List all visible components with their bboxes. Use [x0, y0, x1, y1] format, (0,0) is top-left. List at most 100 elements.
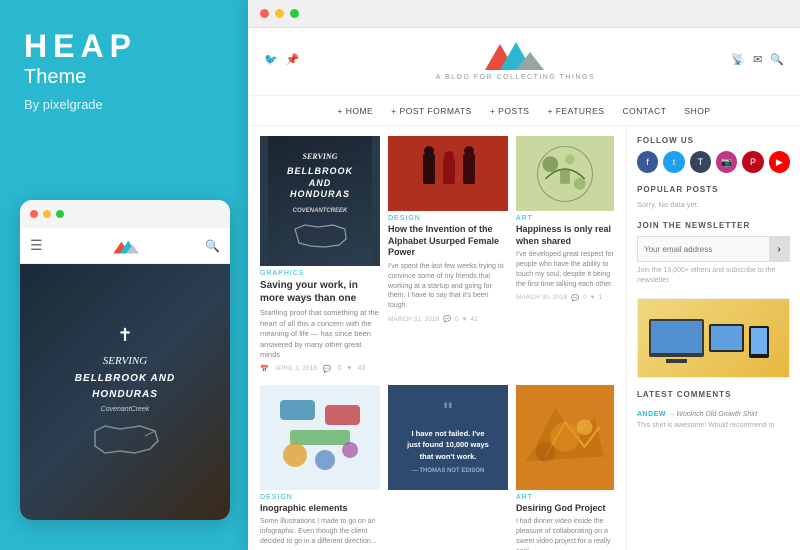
post-meta-2: MARCH 31, 2018 💬 0 ♥ 42	[388, 315, 508, 323]
card6-art	[516, 387, 614, 487]
twitter-follow-icon[interactable]: t	[663, 151, 684, 173]
post-quote-5: I have not failed. I've just found 10,00…	[406, 428, 490, 462]
follow-icons: f t T 📷 P ▶	[637, 151, 790, 173]
nav-home[interactable]: + HOME	[337, 106, 373, 116]
mobile-post-title: Serving BELLBROOK AND HONDURAS	[75, 352, 175, 403]
newsletter-submit[interactable]: ›	[769, 237, 789, 261]
browser-dot-green	[290, 9, 299, 18]
comment-icon-2: 💬	[443, 315, 451, 323]
card3-art	[516, 139, 614, 209]
comment-author-1: ANDEW – Woolrich Old Growth Shirt	[637, 403, 790, 421]
sidebar-popular-posts: POPULAR POSTS Sorry, No data yet.	[637, 185, 790, 209]
post-date-1: APRIL 1, 2018	[275, 365, 317, 372]
sidebar-follow-us: FOLLOW US f t T 📷 P ▶	[637, 136, 790, 173]
newsletter-input[interactable]	[638, 237, 769, 261]
tumblr-icon[interactable]: T	[690, 151, 711, 173]
post-card-5-body	[388, 490, 508, 498]
post-author-5: — THOMAS NOT EDISON	[412, 468, 485, 474]
comment-item-1: ANDEW – Woolrich Old Growth Shirt This s…	[637, 403, 790, 431]
post-image-3	[516, 136, 614, 211]
sidebar: FOLLOW US f t T 📷 P ▶ POPULAR POSTS Sorr…	[626, 126, 800, 550]
post-cat-3: ART	[516, 215, 614, 222]
theme-label: Theme	[24, 66, 224, 89]
browser-top-bar	[248, 0, 800, 28]
post-card-6-body: ART Desiring God Project I had dinner vi…	[516, 490, 614, 550]
hamburger-icon[interactable]: ☰	[30, 237, 43, 254]
post-likes-1: 43	[358, 365, 366, 372]
mobile-map-svg	[90, 421, 160, 459]
content-area: Serving BELLBROOK ANDHONDURAS CovenantCr…	[248, 126, 800, 550]
post-image-1: Serving BELLBROOK ANDHONDURAS CovenantCr…	[260, 136, 380, 266]
facebook-icon[interactable]: f	[637, 151, 658, 173]
left-panel: HEAP Theme By pixelgrade ☰ 🔍 ✝	[0, 0, 248, 550]
post-card-2-body: DESIGN How the Invention of the Alphabet…	[388, 211, 508, 327]
pinterest-icon[interactable]: 📌	[286, 53, 300, 66]
sidebar-popular-title: POPULAR POSTS	[637, 185, 790, 194]
site-tagline: A BLOG FOR COLLECTING THINGS	[436, 74, 595, 81]
mobile-post-subtitle: CovenantCreek	[101, 406, 150, 413]
rss-icon[interactable]: 📡	[731, 53, 745, 66]
mobile-logo-mountains	[108, 237, 140, 255]
post-excerpt-4: Some illustrations I made to go on an in…	[260, 517, 380, 546]
dot-red	[30, 210, 38, 218]
post-image-5: " I have not failed. I've just found 10,…	[388, 385, 508, 490]
post-excerpt-2: I've spent the last few weeks trying to …	[388, 262, 508, 311]
heart-icon-2: ♥	[463, 316, 467, 323]
post-cat-4: DESIGN	[260, 494, 380, 501]
post-excerpt-1: Startling proof that something at the he…	[260, 308, 380, 361]
post-card-3-body: ART Happiness is only real when shared I…	[516, 211, 614, 306]
pinterest-follow-icon[interactable]: P	[742, 151, 763, 173]
dot-green	[56, 210, 64, 218]
sidebar-newsletter-title: JOIN THE NEWSLETTER	[637, 221, 790, 230]
post-title-4[interactable]: Inographic elements	[260, 503, 380, 515]
twitter-icon[interactable]: 🐦	[264, 53, 278, 66]
sidebar-advertisement[interactable]	[637, 298, 790, 378]
browser-dot-red	[260, 9, 269, 18]
post-excerpt-6: I had dinner video inside the pleasure o…	[516, 517, 614, 550]
header-right-icons: 📡 ✉ 🔍	[731, 53, 784, 66]
post-image-2	[388, 136, 508, 211]
post-title-6[interactable]: Desiring God Project	[516, 503, 614, 515]
post-card-1-body: GRAPHICS Saving your work, in more ways …	[260, 266, 380, 377]
popular-no-posts: Sorry, No data yet.	[637, 200, 790, 209]
blog-grid-bottom: DESIGN Inographic elements Some illustra…	[260, 385, 614, 550]
card2-figures	[408, 144, 488, 204]
post-title-2[interactable]: How the Invention of the Alphabet Usurpe…	[388, 224, 508, 259]
sidebar-ad-section	[637, 298, 790, 378]
by-label: By pixelgrade	[24, 97, 224, 112]
post-title-3[interactable]: Happiness is only real when shared	[516, 224, 614, 247]
mobile-preview: ☰ 🔍 ✝ Serving BELLBROOK AND HONDURAS Cov…	[20, 200, 230, 520]
mobile-search-icon[interactable]: 🔍	[205, 239, 220, 253]
instagram-icon[interactable]: 📷	[716, 151, 737, 173]
blog-grid-top: Serving BELLBROOK ANDHONDURAS CovenantCr…	[260, 136, 614, 377]
nav-features[interactable]: + FEATURES	[547, 106, 604, 116]
newsletter-form: ›	[637, 236, 790, 262]
browser-panel: 🐦 📌 A BLOG FOR COLLECTING THINGS 📡 ✉ 🔍 +…	[248, 0, 800, 550]
site-logo-mountains	[480, 38, 550, 72]
heart-icon-1: ♥	[347, 365, 351, 372]
sidebar-newsletter: JOIN THE NEWSLETTER › Join the 13,000+ o…	[637, 221, 790, 286]
site-nav: + HOME + POST FORMATS + POSTS + FEATURES…	[248, 96, 800, 126]
youtube-icon[interactable]: ▶	[769, 151, 790, 173]
mobile-cross-icon: ✝	[117, 325, 132, 346]
post-meta-1: 📅 APRIL 1, 2018 💬 0 ♥ 43	[260, 365, 380, 373]
post-card-2: DESIGN How the Invention of the Alphabet…	[388, 136, 508, 377]
email-icon[interactable]: ✉	[753, 53, 762, 66]
comment-icon-1: 💬	[323, 365, 332, 373]
post-title-1[interactable]: Saving your work, in more ways than one	[260, 279, 380, 305]
nav-posts[interactable]: + POSTS	[490, 106, 530, 116]
newsletter-subtext: Join the 13,000+ others and subscribe to…	[637, 266, 790, 286]
search-icon[interactable]: 🔍	[770, 53, 784, 66]
sidebar-follow-title: FOLLOW US	[637, 136, 790, 145]
post-card-4: DESIGN Inographic elements Some illustra…	[260, 385, 380, 550]
social-icons-left: 🐦 📌	[264, 53, 299, 66]
mobile-logo	[108, 237, 140, 255]
post-card-1: Serving BELLBROOK ANDHONDURAS CovenantCr…	[260, 136, 380, 377]
calendar-icon: 📅	[260, 365, 269, 373]
mobile-nav: ☰ 🔍	[20, 228, 230, 264]
nav-shop[interactable]: SHOP	[684, 106, 710, 116]
card4-infographic	[270, 390, 370, 485]
post-cat-2: DESIGN	[388, 215, 508, 222]
nav-post-formats[interactable]: + POST FORMATS	[391, 106, 472, 116]
nav-contact[interactable]: CONTACT	[623, 106, 667, 116]
